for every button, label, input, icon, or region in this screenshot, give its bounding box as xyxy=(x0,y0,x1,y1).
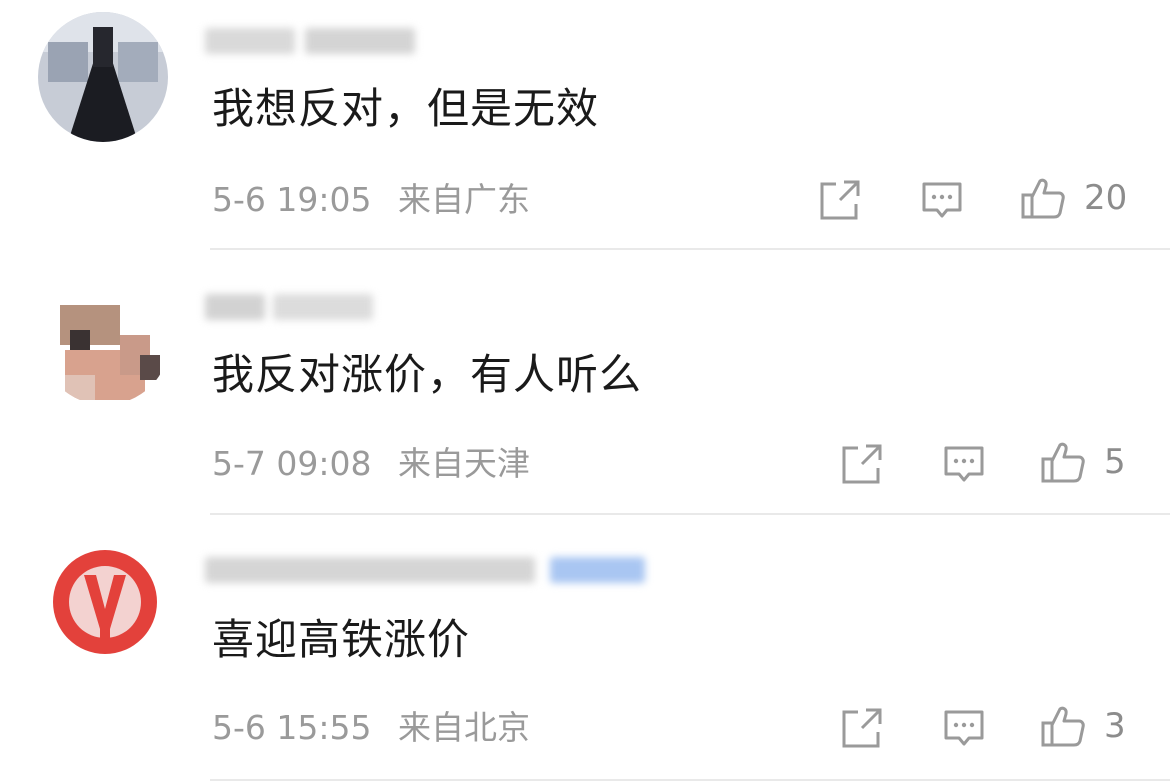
share-icon xyxy=(820,180,860,220)
avatar[interactable] xyxy=(40,537,170,667)
username-blurred[interactable] xyxy=(205,553,655,583)
comment-meta: 5-7 09:08 来自天津 xyxy=(212,444,530,484)
comment-icon xyxy=(944,446,984,482)
comment-item: 我反对涨价，有人听么 5-7 09:08 来自天津 5 xyxy=(0,250,1170,515)
comment-date: 5-6 19:05 xyxy=(212,180,372,219)
vip-badge xyxy=(550,557,645,583)
comment-date: 5-6 15:55 xyxy=(212,708,372,747)
comment-date: 5-7 09:08 xyxy=(212,444,372,483)
share-icon xyxy=(842,444,882,484)
like-button[interactable]: 20 xyxy=(1020,176,1127,220)
comment-text: 我反对涨价，有人听么 xyxy=(212,350,643,399)
avatar[interactable] xyxy=(40,275,170,405)
comment-location: 来自广东 xyxy=(398,180,530,219)
comment-item: 我想反对，但是无效 5-6 19:05 来自广东 20 xyxy=(0,0,1170,250)
divider xyxy=(210,779,1170,781)
share-button[interactable] xyxy=(840,706,884,750)
comment-icon xyxy=(922,182,962,218)
comment-text: 喜迎高铁涨价 xyxy=(212,615,471,664)
share-icon xyxy=(842,708,882,748)
like-count: 5 xyxy=(1104,442,1126,482)
comment-icon xyxy=(944,710,984,746)
username-blurred[interactable] xyxy=(205,24,425,54)
share-button[interactable] xyxy=(840,442,884,486)
like-button[interactable]: 5 xyxy=(1040,440,1126,484)
avatar[interactable] xyxy=(38,12,168,142)
comment-location: 来自天津 xyxy=(398,444,530,483)
share-button[interactable] xyxy=(818,178,862,222)
like-button[interactable]: 3 xyxy=(1040,704,1126,748)
reply-button[interactable] xyxy=(942,442,986,486)
comment-meta: 5-6 19:05 来自广东 xyxy=(212,180,530,220)
thumbs-up-icon xyxy=(1021,178,1065,219)
thumbs-up-icon xyxy=(1041,706,1085,747)
like-count: 3 xyxy=(1104,706,1126,746)
thumbs-up-icon xyxy=(1041,442,1085,483)
reply-button[interactable] xyxy=(920,178,964,222)
comment-meta: 5-6 15:55 来自北京 xyxy=(212,708,530,748)
comment-text: 我想反对，但是无效 xyxy=(212,84,600,133)
comment-item: 喜迎高铁涨价 5-6 15:55 来自北京 3 xyxy=(0,515,1170,782)
reply-button[interactable] xyxy=(942,706,986,750)
comment-location: 来自北京 xyxy=(398,708,530,747)
username-blurred[interactable] xyxy=(205,290,385,320)
like-count: 20 xyxy=(1084,178,1128,218)
